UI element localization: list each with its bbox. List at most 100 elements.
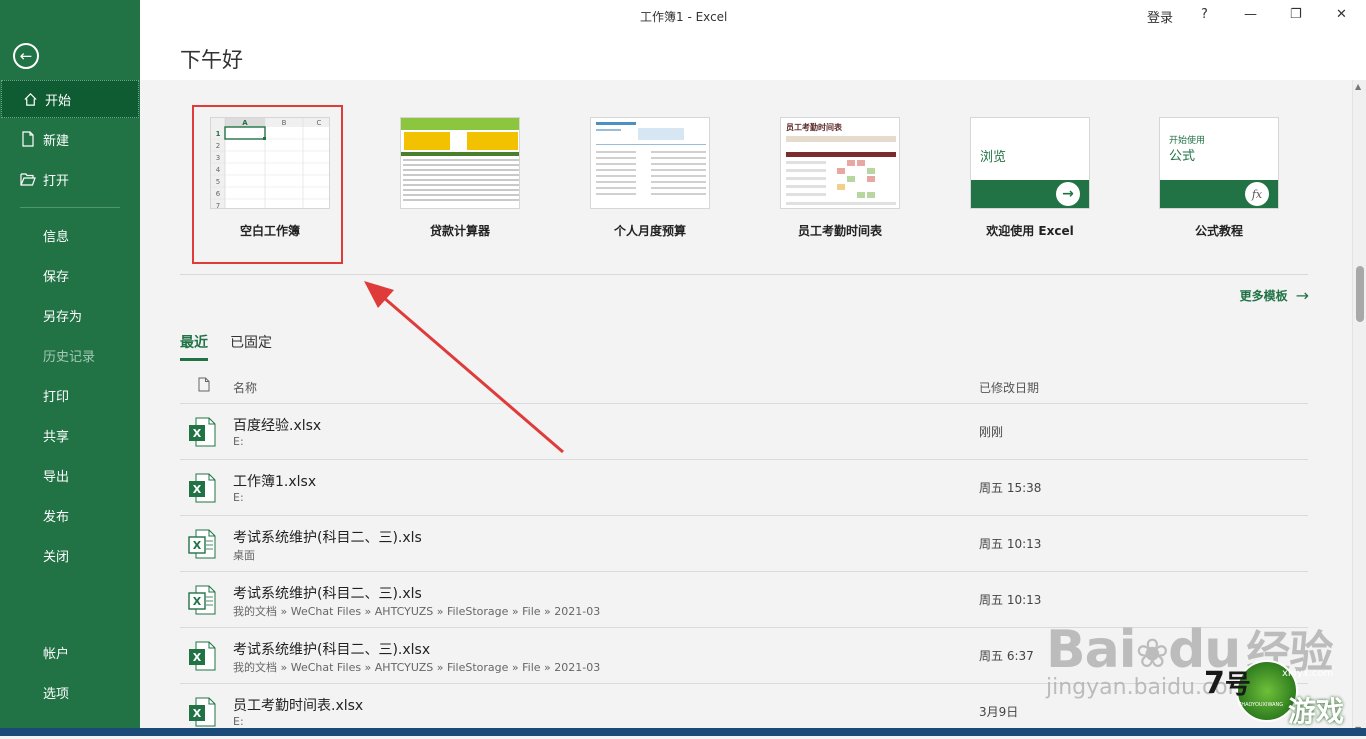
scroll-thumb[interactable] xyxy=(1356,266,1364,322)
excel-legacy-file-icon: X xyxy=(188,529,216,563)
file-path: E: xyxy=(233,435,244,448)
column-header-name[interactable]: 名称 xyxy=(233,379,257,396)
svg-text:X: X xyxy=(193,595,202,608)
excel-legacy-file-icon: X xyxy=(188,585,216,619)
paw-icon: ❀ xyxy=(1135,631,1170,677)
sidebar-item-new[interactable]: 新建 xyxy=(0,120,140,158)
file-date: 周五 6:37 xyxy=(979,649,1034,663)
home-icon xyxy=(22,91,38,107)
tab-recent[interactable]: 最近 xyxy=(180,332,208,361)
svg-text:X: X xyxy=(193,427,202,440)
file-path: 我的文档 » WeChat Files » AHTCYUZS » FileSto… xyxy=(233,661,601,674)
file-name: 考试系统维护(科目二、三).xls xyxy=(233,586,422,602)
template-thumbnail xyxy=(400,117,520,209)
file-row[interactable]: X 考试系统维护(科目二、三).xls 桌面 周五 10:13 xyxy=(180,515,1308,571)
file-path: E: xyxy=(233,491,244,504)
sidebar-divider xyxy=(20,207,120,208)
sidebar-item-publish[interactable]: 发布 xyxy=(0,496,140,534)
minimize-button[interactable]: — xyxy=(1244,7,1257,22)
file-name: 考试系统维护(科目二、三).xlsx xyxy=(233,642,431,658)
windows-taskbar xyxy=(0,728,1366,736)
sidebar-item-home[interactable]: 开始 xyxy=(1,80,139,118)
thumbnail-text: 浏览 xyxy=(980,150,1007,165)
sidebar-item-export[interactable]: 导出 xyxy=(0,456,140,494)
site-number: 7号 xyxy=(1204,666,1251,701)
open-folder-icon xyxy=(20,171,36,187)
arrow-right-icon: → xyxy=(1295,286,1309,305)
more-templates-link[interactable]: 更多模板 → xyxy=(1240,286,1309,305)
new-file-icon xyxy=(20,131,36,147)
watermark-text: Bai xyxy=(1046,620,1137,680)
excel-file-icon: X xyxy=(188,641,216,675)
file-date: 刚刚 xyxy=(979,425,1004,439)
sidebar-item-history[interactable]: 历史记录 xyxy=(0,336,140,374)
template-welcome-excel[interactable]: 浏览 → 欢迎使用 Excel xyxy=(970,117,1090,238)
template-monthly-budget[interactable]: 个人月度预算 xyxy=(590,117,710,238)
site-logo-watermark: 7号 xlayx.com ZHAOYOUXIWANG 游戏 xyxy=(1188,658,1352,728)
window-title: 工作簿1 - Excel xyxy=(640,10,728,24)
template-thumbnail: 开始使用 公式 fx xyxy=(1159,117,1279,209)
file-path: 我的文档 » WeChat Files » AHTCYUZS » FileSto… xyxy=(233,605,601,618)
title-bar: 工作簿1 - Excel 登录 ? — ❐ ✕ xyxy=(140,0,1366,32)
file-date: 周五 15:38 xyxy=(979,481,1042,495)
template-label: 公式教程 xyxy=(1194,224,1243,238)
file-name: 员工考勤时间表.xlsx xyxy=(233,698,364,714)
restore-button[interactable]: ❐ xyxy=(1290,7,1302,22)
vertical-scrollbar[interactable]: ▲ ▼ xyxy=(1352,80,1366,736)
scroll-up-icon[interactable]: ▲ xyxy=(1355,82,1361,91)
template-thumbnail: 浏览 → xyxy=(970,117,1090,209)
sidebar-item-options[interactable]: 选项 xyxy=(0,673,140,711)
svg-text:X: X xyxy=(193,707,202,720)
file-name: 考试系统维护(科目二、三).xls xyxy=(233,530,422,546)
tab-pinned[interactable]: 已固定 xyxy=(230,332,272,361)
thumbnail-title: 员工考勤时间表 xyxy=(786,122,843,132)
file-date: 3月9日 xyxy=(979,705,1019,719)
annotation-highlight-box xyxy=(192,105,343,264)
svg-text:X: X xyxy=(193,539,202,552)
file-row[interactable]: X 百度经验.xlsx E: 刚刚 xyxy=(180,403,1308,459)
file-type-icon xyxy=(198,377,210,396)
backstage-sidebar: ← 开始 新建 打开 信息 保存 另存为 历史记录 打印 共享 导出 发布 关闭… xyxy=(0,0,140,736)
template-formula-tutorial[interactable]: 开始使用 公式 fx 公式教程 xyxy=(1159,117,1279,238)
template-loan-calculator[interactable]: 贷款计算器 xyxy=(400,117,520,238)
section-divider xyxy=(180,274,1308,275)
file-path: E: xyxy=(233,715,244,728)
close-button[interactable]: ✕ xyxy=(1336,7,1347,22)
file-name: 工作簿1.xlsx xyxy=(233,474,317,490)
sidebar-item-close[interactable]: 关闭 xyxy=(0,536,140,574)
help-button[interactable]: ? xyxy=(1201,7,1208,22)
excel-file-icon: X xyxy=(188,697,216,731)
file-row[interactable]: X 工作簿1.xlsx E: 周五 15:38 xyxy=(180,459,1308,515)
excel-file-icon: X xyxy=(188,473,216,507)
site-name: 游戏 xyxy=(1288,695,1345,728)
sidebar-item-info[interactable]: 信息 xyxy=(0,216,140,254)
function-icon: fx xyxy=(1245,182,1269,206)
recent-tabs: 最近 已固定 xyxy=(180,332,272,361)
arrow-right-icon: → xyxy=(1056,182,1080,206)
sidebar-item-print[interactable]: 打印 xyxy=(0,376,140,414)
site-url: xlayx.com xyxy=(1282,668,1334,679)
excel-file-icon: X xyxy=(188,417,216,451)
template-label: 贷款计算器 xyxy=(429,224,490,238)
thumbnail-text: 公式 xyxy=(1169,149,1196,164)
sidebar-item-save-as[interactable]: 另存为 xyxy=(0,296,140,334)
template-label: 员工考勤时间表 xyxy=(797,224,882,238)
site-pinyin: ZHAOYOUXIWANG xyxy=(1238,702,1284,708)
file-name: 百度经验.xlsx xyxy=(233,418,322,434)
column-header-modified[interactable]: 已修改日期 xyxy=(979,379,1039,396)
svg-text:X: X xyxy=(193,483,202,496)
file-date: 周五 10:13 xyxy=(979,593,1042,607)
back-arrow-icon[interactable]: ← xyxy=(13,43,39,69)
sidebar-item-share[interactable]: 共享 xyxy=(0,416,140,454)
template-employee-timesheet[interactable]: 员工考勤时间表 员工考勤时间表 xyxy=(780,117,900,238)
template-label: 欢迎使用 Excel xyxy=(986,224,1074,238)
sidebar-item-account[interactable]: 帐户 xyxy=(0,633,140,671)
greeting: 下午好 xyxy=(180,48,243,72)
sidebar-item-save[interactable]: 保存 xyxy=(0,256,140,294)
sidebar-item-open[interactable]: 打开 xyxy=(0,160,140,198)
template-label: 个人月度预算 xyxy=(613,224,686,238)
greeting-bar: 下午好 xyxy=(140,32,1366,80)
template-thumbnail: 员工考勤时间表 xyxy=(780,117,900,209)
sign-in-link[interactable]: 登录 xyxy=(1147,7,1173,26)
svg-text:X: X xyxy=(193,651,202,664)
